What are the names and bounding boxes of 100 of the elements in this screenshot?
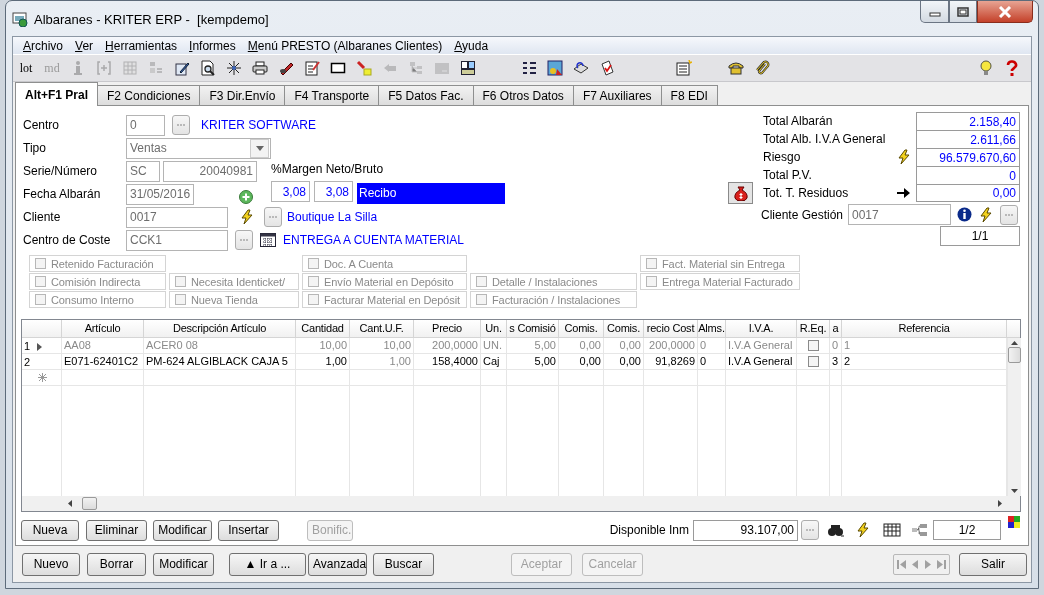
- checkbox[interactable]: [646, 276, 657, 287]
- column-header[interactable]: I.V.A.: [726, 320, 797, 337]
- cliente-gestion-field[interactable]: 0017: [848, 204, 951, 225]
- info-icon[interactable]: [957, 207, 972, 222]
- scroll-up-icon[interactable]: [1011, 341, 1018, 345]
- split-panel-icon[interactable]: [460, 60, 476, 76]
- highlighter-icon[interactable]: [356, 60, 372, 76]
- checkbox-option[interactable]: Entrega Material Facturado: [640, 273, 800, 290]
- help-icon[interactable]: [1004, 60, 1020, 76]
- last-record-icon[interactable]: [935, 557, 947, 571]
- next-record-icon[interactable]: [922, 557, 934, 571]
- client-name[interactable]: Boutique La Silla: [287, 210, 378, 224]
- print-preview-icon[interactable]: [200, 60, 216, 76]
- footer-button[interactable]: Buscar: [373, 552, 434, 576]
- checkbox[interactable]: [175, 294, 186, 305]
- column-header[interactable]: Comis.: [604, 320, 644, 337]
- footer-button[interactable]: Borrar: [87, 552, 146, 576]
- column-header[interactable]: Descripción Artículo: [144, 320, 296, 337]
- tab[interactable]: Alt+F1 Pral: [15, 82, 99, 106]
- list-icon[interactable]: [521, 60, 537, 76]
- telephone-icon[interactable]: [728, 60, 744, 76]
- checkbox-option[interactable]: Facturación / Instalaciones: [470, 291, 637, 308]
- total-value[interactable]: 2.611,66: [916, 130, 1020, 148]
- centro-coste-field[interactable]: CCK1: [126, 229, 228, 251]
- checkbox[interactable]: [807, 340, 819, 351]
- checkbox[interactable]: [308, 294, 319, 305]
- serie-field[interactable]: SC: [126, 160, 160, 182]
- action-button[interactable]: Insertar: [218, 519, 279, 541]
- column-header[interactable]: R.Eq.: [797, 320, 830, 337]
- company-name[interactable]: KRITER SOFTWARE: [201, 118, 316, 132]
- rectangle-icon[interactable]: [330, 60, 346, 76]
- disponible-field[interactable]: 93.107,00: [693, 519, 798, 541]
- tipo-dropdown[interactable]: Ventas: [126, 137, 271, 159]
- scroll-left-icon[interactable]: [68, 500, 72, 507]
- checklist-icon[interactable]: [599, 60, 615, 76]
- columns-icon[interactable]: [883, 522, 901, 538]
- close-button[interactable]: [977, 1, 1033, 23]
- total-value[interactable]: 0,00: [916, 184, 1020, 202]
- browse-button[interactable]: [235, 230, 253, 250]
- menu-item[interactable]: Informes: [183, 38, 242, 53]
- lightning-icon[interactable]: [895, 149, 912, 165]
- checkbox-option[interactable]: Detalle / Instalaciones: [470, 273, 637, 290]
- checkbox[interactable]: [308, 276, 319, 287]
- horizontal-scrollbar[interactable]: [22, 496, 1020, 511]
- margin-bruto-field[interactable]: 3,08: [314, 181, 353, 202]
- first-record-icon[interactable]: [896, 557, 908, 571]
- checkbox-option[interactable]: Necesita Identicket/: [169, 273, 299, 290]
- action-button[interactable]: Modificar: [153, 519, 212, 541]
- tab[interactable]: F3 Dir.Envío: [199, 85, 286, 106]
- cost-center-name[interactable]: ENTREGA A CUENTA MATERIAL: [283, 233, 464, 247]
- browse-button[interactable]: [264, 207, 282, 227]
- checkbox[interactable]: [646, 258, 657, 269]
- checkbox-option[interactable]: Facturar Material en Depósit: [302, 291, 467, 308]
- scroll-thumb[interactable]: [1008, 347, 1021, 363]
- checkbox[interactable]: [175, 276, 186, 287]
- calendar-icon[interactable]: [260, 233, 276, 247]
- toolbar-button[interactable]: lot: [19, 60, 33, 76]
- action-button[interactable]: Nueva: [21, 519, 79, 541]
- menu-item[interactable]: Archivo: [17, 38, 70, 53]
- menu-item[interactable]: Ayuda: [448, 38, 495, 53]
- lightbulb-icon[interactable]: [978, 60, 994, 76]
- checkbox-option[interactable]: Comisión Indirecta: [29, 273, 166, 290]
- previous-record-icon[interactable]: [909, 557, 921, 571]
- browse-button[interactable]: [1000, 204, 1018, 225]
- scroll-thumb[interactable]: [82, 497, 97, 510]
- column-header[interactable]: a: [830, 320, 842, 337]
- footer-button[interactable]: Nuevo: [22, 552, 80, 576]
- checkbox[interactable]: [807, 356, 819, 367]
- column-header[interactable]: recio Cost: [644, 320, 698, 337]
- arrow-right-icon[interactable]: [895, 186, 912, 200]
- checkbox[interactable]: [308, 258, 319, 269]
- sparkle-icon[interactable]: [226, 60, 242, 76]
- date-field[interactable]: 31/05/2016: [126, 183, 194, 205]
- menu-item[interactable]: Herramientas: [99, 38, 184, 53]
- checkbox[interactable]: [35, 276, 46, 287]
- checkbox-option[interactable]: Consumo Interno: [29, 291, 166, 308]
- lightning-icon[interactable]: [239, 209, 255, 225]
- flag-icon[interactable]: [1008, 516, 1020, 528]
- centro-field[interactable]: 0: [126, 114, 165, 136]
- paperclip-icon[interactable]: [754, 60, 770, 76]
- vertical-scrollbar[interactable]: [1007, 338, 1021, 496]
- picture-icon[interactable]: [547, 60, 563, 76]
- column-header[interactable]: Referencia: [842, 320, 1007, 337]
- checkbox[interactable]: [476, 294, 487, 305]
- new-list-icon[interactable]: [676, 60, 692, 76]
- dropdown-arrow-icon[interactable]: [255, 145, 264, 151]
- total-value[interactable]: 96.579.670,60: [916, 148, 1020, 166]
- browse-button[interactable]: [801, 520, 819, 540]
- checkbox[interactable]: [35, 258, 46, 269]
- numero-field[interactable]: 20040981: [163, 160, 257, 182]
- checkbox-option[interactable]: Doc. A Cuenta: [302, 255, 467, 272]
- action-button[interactable]: Eliminar: [86, 519, 147, 541]
- footer-button[interactable]: Avanzada: [308, 552, 367, 576]
- printer-icon[interactable]: [252, 60, 268, 76]
- maximize-button[interactable]: [949, 1, 977, 23]
- notepad-icon[interactable]: [304, 60, 320, 76]
- checkbox-option[interactable]: Nueva Tienda: [169, 291, 299, 308]
- pencil-icon[interactable]: [174, 60, 190, 76]
- column-header[interactable]: Cant.U.F.: [350, 320, 414, 337]
- scroll-down-icon[interactable]: [1011, 489, 1018, 493]
